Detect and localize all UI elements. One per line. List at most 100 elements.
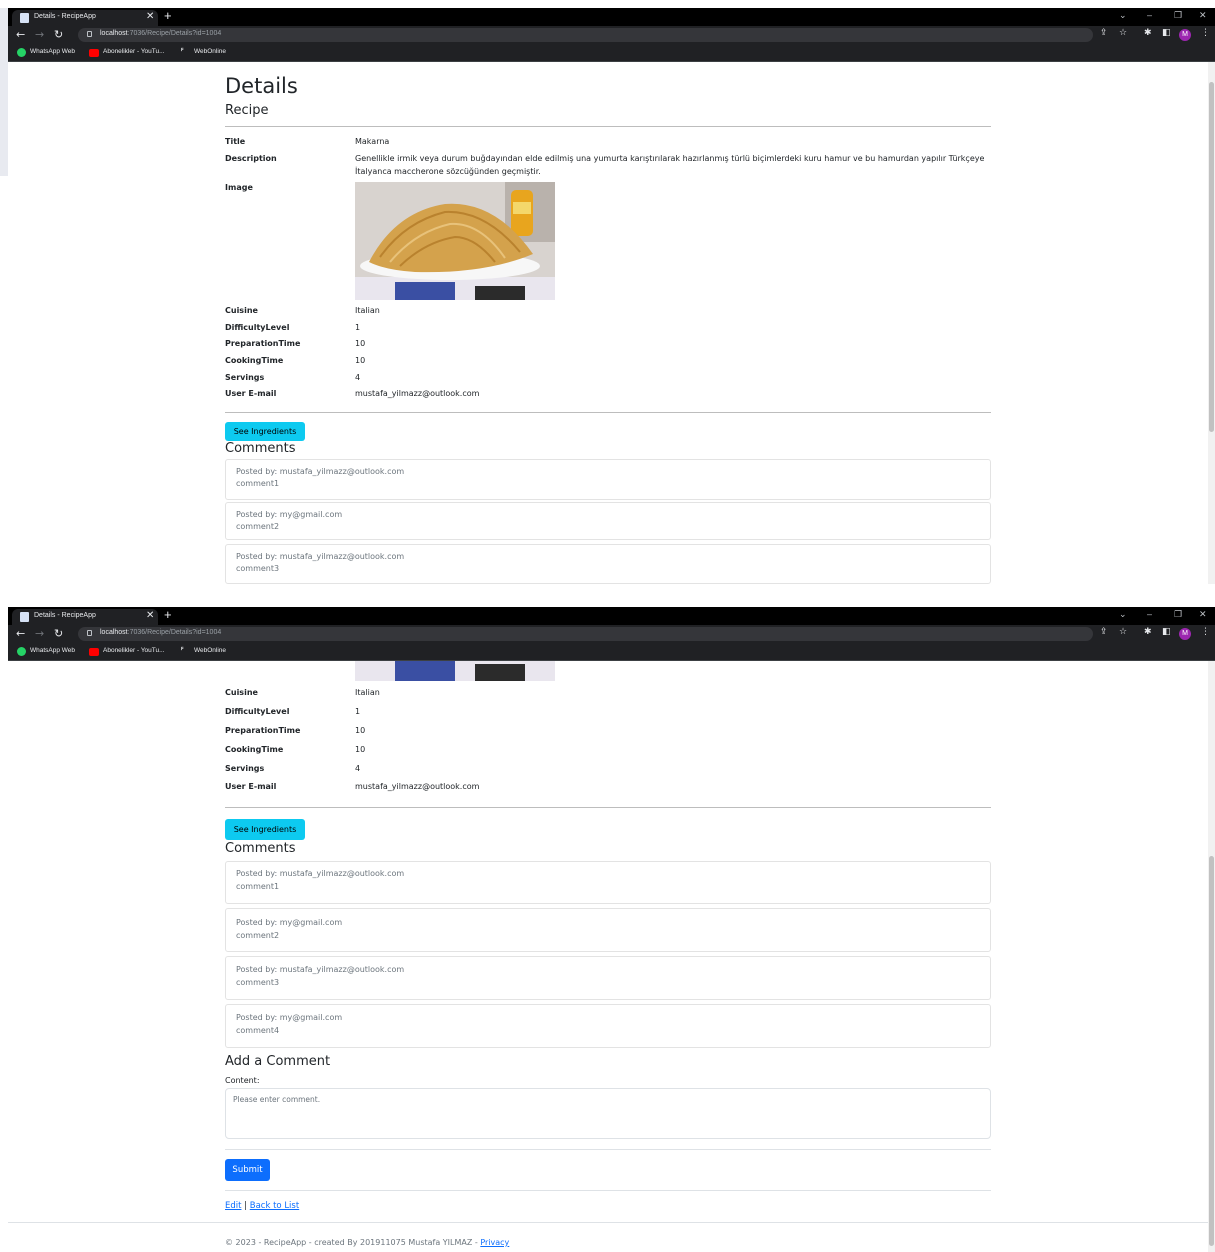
difficulty-value: 1 [355, 707, 361, 716]
bookmark-youtube[interactable]: Abonelikler - YouTu... [103, 647, 165, 654]
divider [225, 807, 991, 808]
url-host: localhost [100, 30, 128, 37]
back-icon[interactable]: ← [16, 627, 25, 640]
url-field[interactable]: localhost:7036/Recipe/Details?id=1004 [78, 627, 1093, 641]
bookmark-star-icon[interactable]: ☆ [1119, 627, 1127, 637]
cuisine-label: Cuisine [225, 688, 258, 697]
page-scrollbar[interactable] [1208, 62, 1215, 584]
tab-search-icon[interactable]: ⌄ [1119, 609, 1127, 620]
cooking-label: CookingTime [225, 356, 284, 365]
pasta-photo-icon [355, 661, 555, 681]
comment-card: Posted by: my@gmail.com comment4 [225, 1004, 991, 1048]
description-value: Genellikle irmik veya durum buğdayından … [355, 154, 985, 176]
bookmarks-bar: WhatsApp Web Abonelikler - YouTu... ꟳ We… [8, 44, 1215, 62]
side-panel-icon[interactable]: ◧ [1162, 627, 1171, 637]
comment-author: Posted by: mustafa_yilmazz@outlook.com [236, 869, 405, 878]
cuisine-value: Italian [355, 306, 380, 315]
email-label: User E-mail [225, 389, 277, 398]
comment-text: comment1 [236, 479, 280, 488]
address-bar-row: ← → ↻ localhost:7036/Recipe/Details?id=1… [8, 625, 1215, 643]
difficulty-value: 1 [355, 323, 361, 332]
comment-card: Posted by: my@gmail.com comment2 [225, 502, 991, 540]
share-icon[interactable]: ⇪ [1100, 28, 1108, 38]
minimize-icon[interactable]: – [1147, 609, 1152, 619]
cuisine-value: Italian [355, 688, 380, 697]
browser-tab[interactable]: Details - RecipeApp ✕ [12, 10, 158, 26]
edit-link[interactable]: Edit [225, 1201, 241, 1211]
comments-heading: Comments [225, 441, 296, 456]
lock-icon [87, 630, 92, 636]
comment-textarea[interactable] [225, 1088, 991, 1139]
bookmark-youtube[interactable]: Abonelikler - YouTu... [103, 48, 165, 55]
url-field[interactable]: localhost:7036/Recipe/Details?id=1004 [78, 28, 1093, 42]
see-ingredients-button[interactable]: See Ingredients [225, 422, 305, 441]
page-viewport: Details Recipe Title Makarna Description… [8, 62, 1208, 584]
menu-kebab-icon[interactable]: ⋮ [1201, 627, 1210, 637]
minimize-icon[interactable]: – [1147, 10, 1152, 20]
preparation-value: 10 [355, 726, 366, 735]
submit-button[interactable]: Submit [225, 1159, 270, 1181]
servings-label: Servings [225, 373, 265, 382]
comment-card: Posted by: mustafa_yilmazz@outlook.com c… [225, 544, 991, 584]
see-ingredients-button[interactable]: See Ingredients [225, 819, 305, 840]
privacy-link[interactable]: Privacy [480, 1238, 509, 1247]
new-tab-icon[interactable]: + [164, 607, 172, 622]
bookmark-whatsapp[interactable]: WhatsApp Web [30, 48, 75, 55]
bookmark-whatsapp[interactable]: WhatsApp Web [30, 647, 75, 654]
menu-kebab-icon[interactable]: ⋮ [1201, 28, 1210, 38]
share-icon[interactable]: ⇪ [1100, 627, 1108, 637]
comment-card: Posted by: mustafa_yilmazz@outlook.com c… [225, 956, 991, 1000]
divider [225, 1190, 991, 1191]
recipe-image [355, 182, 555, 300]
youtube-icon [89, 49, 99, 57]
profile-avatar[interactable]: M [1179, 29, 1191, 41]
forward-icon[interactable]: → [35, 28, 44, 41]
servings-label: Servings [225, 764, 265, 773]
browser-window-bottom: Details - RecipeApp ✕ + ⌄ – ❐ ✕ ← → ↻ lo… [8, 607, 1215, 1252]
browser-tab[interactable]: Details - RecipeApp ✕ [12, 609, 158, 625]
page-viewport: Cuisine Italian DifficultyLevel 1 Prepar… [8, 661, 1208, 1252]
page-favicon-icon [20, 612, 29, 622]
divider [225, 126, 991, 127]
forward-icon[interactable]: → [35, 627, 44, 640]
add-comment-heading: Add a Comment [225, 1054, 331, 1069]
bookmark-webonline[interactable]: WebOnline [194, 647, 226, 654]
extensions-icon[interactable]: ✱ [1144, 28, 1152, 38]
background-strip [0, 8, 8, 176]
close-tab-icon[interactable]: ✕ [146, 610, 154, 621]
comment-card: Posted by: my@gmail.com comment2 [225, 908, 991, 952]
page-subtitle: Recipe [225, 103, 269, 118]
extensions-icon[interactable]: ✱ [1144, 627, 1152, 637]
reload-icon[interactable]: ↻ [54, 627, 63, 640]
restore-icon[interactable]: ❐ [1174, 10, 1182, 21]
comment-text: comment2 [236, 931, 280, 940]
side-panel-icon[interactable]: ◧ [1162, 28, 1171, 38]
reload-icon[interactable]: ↻ [54, 28, 63, 41]
cooking-label: CookingTime [225, 745, 284, 754]
content-label: Content: [225, 1076, 260, 1085]
page-scrollbar[interactable] [1208, 661, 1215, 1252]
new-tab-icon[interactable]: + [164, 8, 172, 23]
comment-card: Posted by: mustafa_yilmazz@outlook.com c… [225, 861, 991, 904]
tab-search-icon[interactable]: ⌄ [1119, 10, 1127, 21]
scrollbar-thumb[interactable] [1209, 82, 1214, 432]
comment-text: comment1 [236, 882, 280, 891]
close-tab-icon[interactable]: ✕ [146, 11, 154, 22]
back-to-list-link[interactable]: Back to List [250, 1201, 299, 1211]
back-icon[interactable]: ← [16, 28, 25, 41]
restore-icon[interactable]: ❐ [1174, 609, 1182, 620]
bookmark-star-icon[interactable]: ☆ [1119, 28, 1127, 38]
pasta-photo-icon [355, 182, 555, 300]
action-links: Edit | Back to List [225, 1201, 299, 1211]
cooking-value: 10 [355, 356, 366, 365]
close-window-icon[interactable]: ✕ [1199, 10, 1207, 21]
difficulty-label: DifficultyLevel [225, 707, 290, 716]
scrollbar-thumb[interactable] [1209, 856, 1214, 1246]
page-title: Details [225, 74, 298, 98]
servings-value: 4 [355, 373, 361, 382]
divider [225, 412, 991, 413]
tab-title: Details - RecipeApp [34, 13, 96, 20]
close-window-icon[interactable]: ✕ [1199, 609, 1207, 620]
bookmark-webonline[interactable]: WebOnline [194, 48, 226, 55]
profile-avatar[interactable]: M [1179, 628, 1191, 640]
